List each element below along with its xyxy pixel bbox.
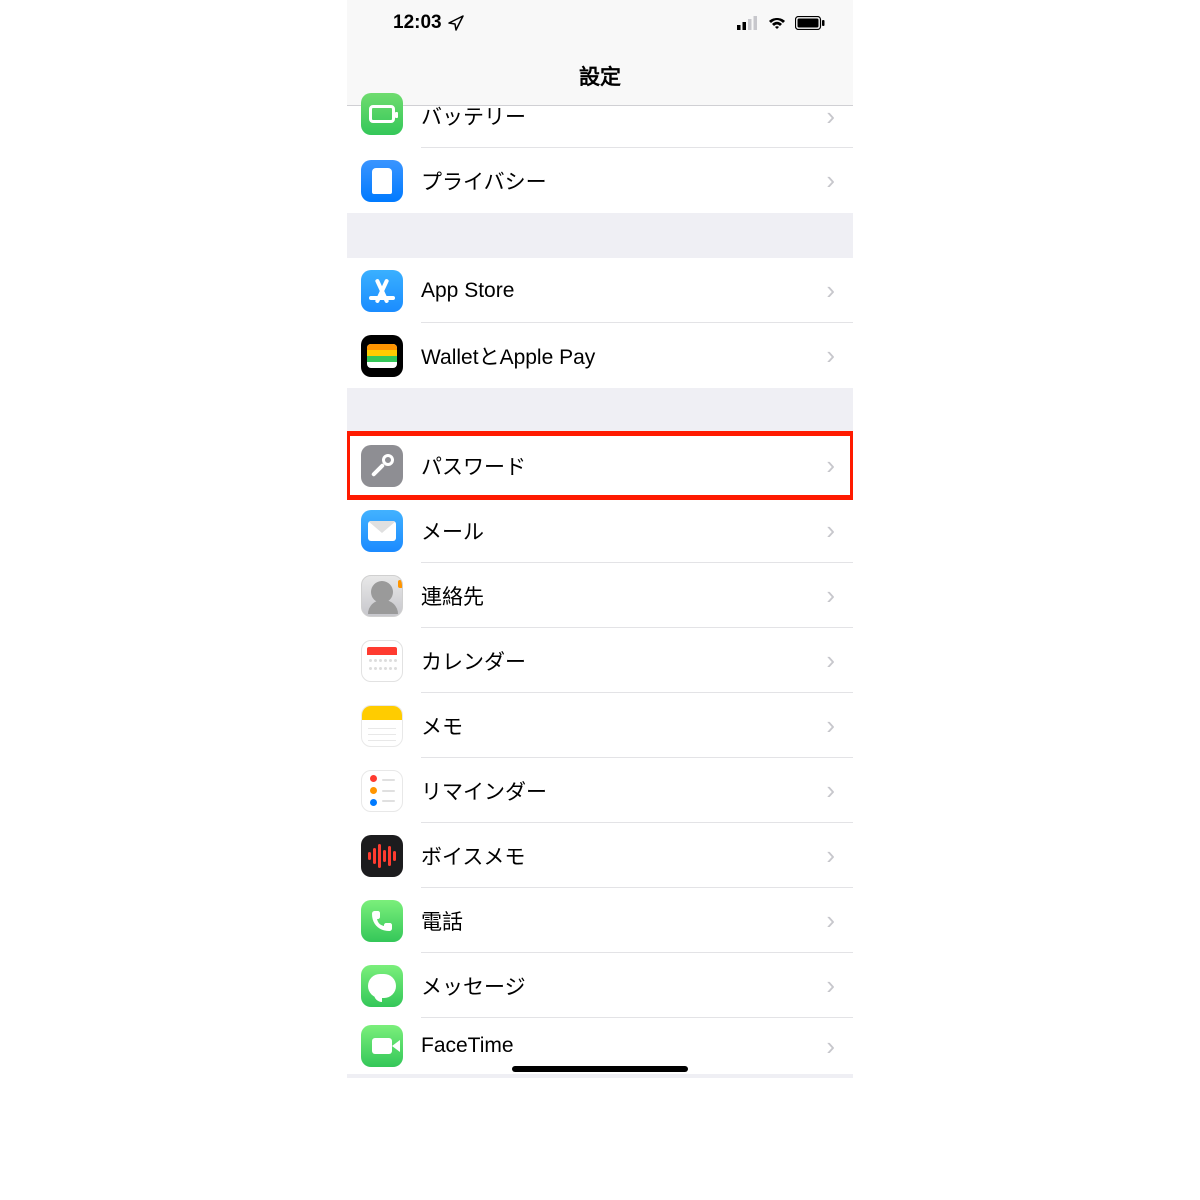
row-label: メール xyxy=(403,516,826,546)
chevron-right-icon: › xyxy=(826,580,835,611)
row-label: パスワード xyxy=(403,451,826,481)
chevron-right-icon: › xyxy=(826,1031,835,1062)
wallet-icon xyxy=(361,335,403,377)
row-label: FaceTime xyxy=(403,1034,826,1058)
settings-group-1: バッテリー › プライバシー › xyxy=(347,106,853,213)
location-icon xyxy=(448,15,464,31)
appstore-icon xyxy=(361,270,403,312)
chevron-right-icon: › xyxy=(826,165,835,196)
facetime-icon xyxy=(361,1025,403,1067)
row-label: ボイスメモ xyxy=(403,841,826,871)
phone-frame: 12:03 設定 バッテリー › プライバシー › App Store › xyxy=(347,0,853,1078)
chevron-right-icon: › xyxy=(826,645,835,676)
row-label: カレンダー xyxy=(403,646,826,676)
phone-icon xyxy=(361,900,403,942)
row-label: App Store xyxy=(403,279,826,303)
row-label: 連絡先 xyxy=(403,581,826,611)
row-label: WalletとApple Pay xyxy=(403,341,826,371)
settings-row-reminders[interactable]: リマインダー › xyxy=(347,758,853,823)
key-icon xyxy=(361,445,403,487)
calendar-icon xyxy=(361,640,403,682)
chevron-right-icon: › xyxy=(826,101,835,132)
settings-row-messages[interactable]: メッセージ › xyxy=(347,953,853,1018)
settings-row-appstore[interactable]: App Store › xyxy=(347,258,853,323)
wifi-icon xyxy=(767,16,787,30)
chevron-right-icon: › xyxy=(826,275,835,306)
settings-row-wallet[interactable]: WalletとApple Pay › xyxy=(347,323,853,388)
row-label: メモ xyxy=(403,711,826,741)
voicememo-icon xyxy=(361,835,403,877)
row-label: プライバシー xyxy=(403,166,826,196)
settings-row-contacts[interactable]: 連絡先 › xyxy=(347,563,853,628)
settings-row-passwords[interactable]: パスワード › xyxy=(347,433,853,498)
hand-icon xyxy=(361,160,403,202)
mail-icon xyxy=(361,510,403,552)
settings-row-privacy[interactable]: プライバシー › xyxy=(347,148,853,213)
cellular-icon xyxy=(737,16,759,30)
settings-group-2: App Store › WalletとApple Pay › xyxy=(347,258,853,388)
status-bar: 12:03 xyxy=(347,0,853,46)
notes-icon xyxy=(361,705,403,747)
settings-row-phone[interactable]: 電話 › xyxy=(347,888,853,953)
battery-icon xyxy=(361,93,403,135)
chevron-right-icon: › xyxy=(826,970,835,1001)
chevron-right-icon: › xyxy=(826,775,835,806)
chevron-right-icon: › xyxy=(826,450,835,481)
settings-row-notes[interactable]: メモ › xyxy=(347,693,853,758)
nav-title: 設定 xyxy=(579,61,621,91)
contacts-icon xyxy=(361,575,403,617)
row-label: メッセージ xyxy=(403,971,826,1001)
reminders-icon xyxy=(361,770,403,812)
settings-row-voicememos[interactable]: ボイスメモ › xyxy=(347,823,853,888)
row-label: バッテリー xyxy=(403,101,826,131)
settings-group-3: パスワード › メール › 連絡先 › カレンダー › メモ › xyxy=(347,433,853,1074)
row-label: 電話 xyxy=(403,906,826,936)
settings-row-calendar[interactable]: カレンダー › xyxy=(347,628,853,693)
chevron-right-icon: › xyxy=(826,905,835,936)
nav-title-bar: 設定 xyxy=(347,46,853,106)
settings-row-battery[interactable]: バッテリー › xyxy=(347,106,853,148)
chevron-right-icon: › xyxy=(826,840,835,871)
home-indicator[interactable] xyxy=(512,1066,688,1072)
chevron-right-icon: › xyxy=(826,710,835,741)
battery-status-icon xyxy=(795,16,825,30)
chevron-right-icon: › xyxy=(826,340,835,371)
chevron-right-icon: › xyxy=(826,515,835,546)
row-label: リマインダー xyxy=(403,776,826,806)
status-time: 12:03 xyxy=(393,12,442,34)
settings-row-mail[interactable]: メール › xyxy=(347,498,853,563)
messages-icon xyxy=(361,965,403,1007)
